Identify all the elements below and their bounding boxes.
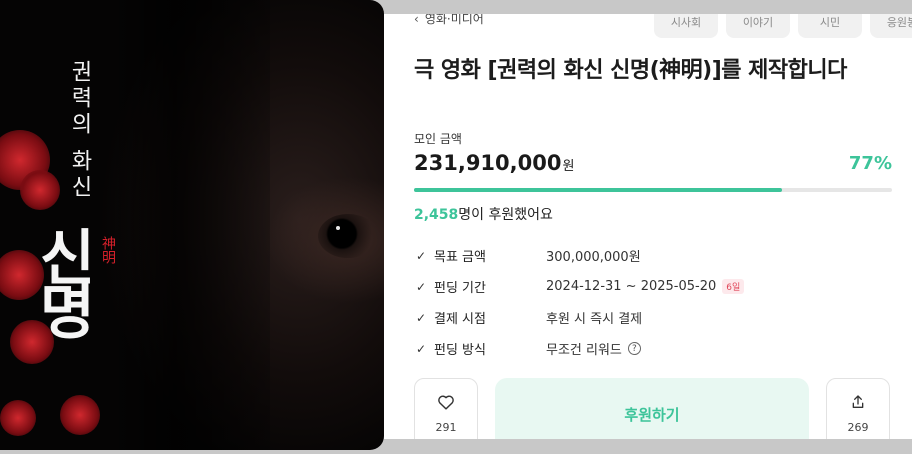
poster-hair-shade bbox=[110, 0, 270, 450]
days-left-badge: 6일 bbox=[722, 279, 745, 294]
tab-cheer[interactable]: 응원봉 bbox=[870, 14, 912, 38]
info-value-wrap: 무조건 리워드 ? bbox=[546, 339, 641, 358]
info-key: 목표 금액 bbox=[434, 250, 486, 265]
info-row-payment: ✓ 결제 시점 후원 시 즉시 결제 bbox=[416, 302, 886, 333]
share-button[interactable]: 269 bbox=[826, 378, 890, 439]
check-icon: ✓ bbox=[416, 248, 427, 263]
info-row-method: ✓ 펀딩 방식 무조건 리워드 ? bbox=[416, 333, 886, 364]
breadcrumb[interactable]: ‹ 영화·미디어 bbox=[414, 14, 484, 27]
poster-eye bbox=[318, 214, 378, 258]
tab-screening[interactable]: 시사회 bbox=[654, 14, 718, 38]
share-icon bbox=[850, 394, 866, 413]
like-count: 291 bbox=[435, 421, 457, 434]
tab-story[interactable]: 이야기 bbox=[726, 14, 790, 38]
poster-title: 신명 bbox=[27, 226, 97, 334]
chevron-left-icon: ‹ bbox=[414, 14, 419, 26]
funding-info-list: ✓ 목표 금액 300,000,000원 ✓ 펀딩 기간 2024-12-31 … bbox=[416, 240, 886, 364]
funding-percent: 77% bbox=[848, 153, 892, 174]
amount-raised: 231,910,000원 bbox=[414, 151, 574, 175]
tab-bar: 시사회 이야기 시민 응원봉 bbox=[654, 14, 912, 38]
question-icon[interactable]: ? bbox=[627, 342, 641, 355]
check-icon: ✓ bbox=[416, 341, 427, 356]
info-row-period: ✓ 펀딩 기간 2024-12-31 ~ 2025-05-20 6일 bbox=[416, 271, 886, 302]
project-title: 극 영화 [권력의 화신 신명(神明)]를 제작합니다 bbox=[414, 58, 847, 83]
poster-subtitle: 권력의 화신 bbox=[67, 60, 92, 201]
info-value: 후원 시 즉시 결제 bbox=[546, 312, 643, 327]
heart-icon bbox=[437, 394, 455, 413]
info-value-wrap: 2024-12-31 ~ 2025-05-20 6일 bbox=[546, 279, 745, 294]
supporters-summary: 2,458명이 후원했어요 bbox=[414, 204, 553, 224]
blossom-decoration bbox=[20, 170, 60, 210]
supporters-suffix: 명이 후원했어요 bbox=[458, 207, 553, 223]
poster-hanja: 神明 bbox=[100, 236, 116, 264]
support-button[interactable]: 후원하기 bbox=[495, 378, 809, 439]
info-key: 결제 시점 bbox=[434, 312, 486, 327]
poster-image: 권력의 화신 신명 神明 bbox=[0, 0, 384, 450]
check-icon: ✓ bbox=[416, 279, 427, 294]
info-value: 300,000,000원 bbox=[546, 250, 641, 265]
blossom-decoration bbox=[60, 395, 100, 435]
like-button[interactable]: 291 bbox=[414, 378, 478, 439]
project-info-panel: ‹ 영화·미디어 시사회 이야기 시민 응원봉 극 영화 [권력의 화신 신명(… bbox=[384, 14, 912, 439]
amount-unit: 원 bbox=[562, 159, 575, 174]
info-key: 펀딩 방식 bbox=[434, 343, 486, 358]
info-row-goal: ✓ 목표 금액 300,000,000원 bbox=[416, 240, 886, 271]
amount-value: 231,910,000 bbox=[414, 151, 562, 175]
breadcrumb-label: 영화·미디어 bbox=[424, 14, 484, 26]
tab-citizen[interactable]: 시민 bbox=[798, 14, 862, 38]
info-value: 2024-12-31 ~ 2025-05-20 bbox=[546, 279, 717, 294]
info-key: 펀딩 기간 bbox=[434, 281, 486, 296]
amount-label: 모인 금액 bbox=[414, 132, 462, 146]
funding-progress-bar bbox=[414, 188, 892, 192]
supporters-count: 2,458 bbox=[414, 207, 459, 223]
funding-progress-fill bbox=[414, 188, 783, 192]
share-count: 269 bbox=[847, 421, 869, 434]
info-value: 무조건 리워드 bbox=[546, 343, 622, 358]
blossom-decoration bbox=[0, 400, 36, 436]
check-icon: ✓ bbox=[416, 310, 427, 325]
